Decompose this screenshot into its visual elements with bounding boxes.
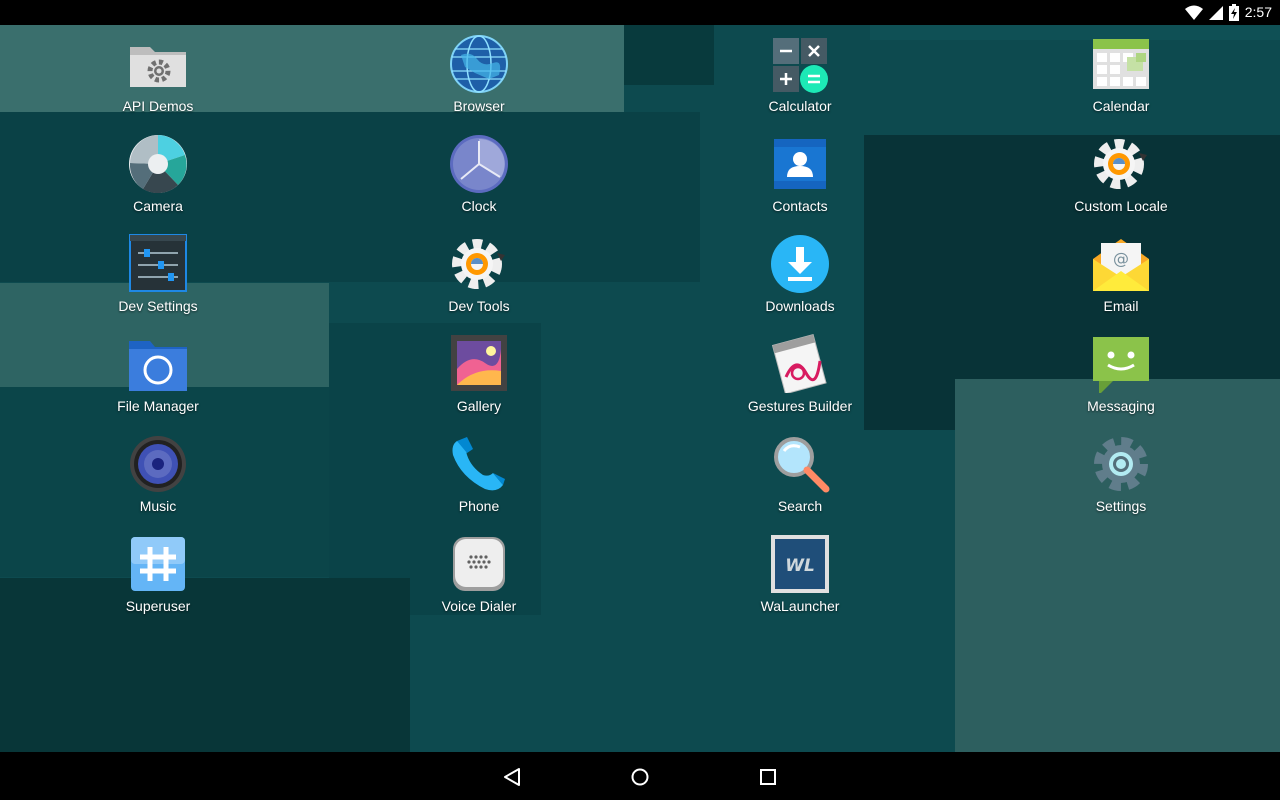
app-walauncher[interactable]: WL WaLauncher <box>700 525 900 621</box>
app-calendar[interactable]: Calendar <box>1021 25 1221 121</box>
folder-icon <box>128 333 188 393</box>
gear-orange-icon <box>1091 133 1151 193</box>
folder-gear-icon <box>128 33 188 93</box>
app-search[interactable]: Search <box>700 425 900 521</box>
app-label: Messaging <box>1087 398 1155 414</box>
phone-icon <box>449 433 509 493</box>
battery-charging-icon <box>1228 4 1239 21</box>
back-button[interactable] <box>497 762 527 792</box>
app-label: Gallery <box>456 398 502 414</box>
gallery-icon <box>449 333 509 393</box>
app-voice-dialer[interactable]: Voice Dialer <box>379 525 579 621</box>
app-label: Settings <box>1095 498 1147 514</box>
status-icons: 2:57 <box>1184 3 1272 22</box>
app-label: Camera <box>133 198 183 214</box>
app-label: Dev Tools <box>448 298 510 314</box>
app-music[interactable]: Music <box>58 425 258 521</box>
app-custom-locale[interactable]: Custom Locale <box>1021 125 1221 221</box>
app-calculator[interactable]: Calculator <box>700 25 900 121</box>
gesture-icon <box>770 333 830 395</box>
app-camera[interactable]: Camera <box>58 125 258 221</box>
app-label: API Demos <box>122 98 194 114</box>
magnifier-icon <box>770 433 830 493</box>
status-time: 2:57 <box>1244 4 1272 20</box>
app-label: Custom Locale <box>1074 198 1168 214</box>
app-gallery[interactable]: Gallery <box>379 325 579 421</box>
app-drawer-grid: API Demos Browser Calculator Calendar Ca… <box>0 25 1280 625</box>
contacts-icon <box>770 133 830 193</box>
speaker-icon <box>128 433 188 493</box>
navigation-bar <box>0 752 1280 800</box>
app-label: Clock <box>461 198 497 214</box>
app-api-demos[interactable]: API Demos <box>58 25 258 121</box>
globe-icon <box>449 33 509 93</box>
app-settings[interactable]: Settings <box>1021 425 1221 521</box>
app-dev-settings[interactable]: Dev Settings <box>58 225 258 321</box>
app-label: Calculator <box>768 98 832 114</box>
wifi-icon <box>1184 5 1203 20</box>
gear-orange-icon <box>449 233 509 293</box>
hash-icon <box>128 533 188 593</box>
app-contacts[interactable]: Contacts <box>700 125 900 221</box>
app-superuser[interactable]: Superuser <box>58 525 258 621</box>
app-label: Calendar <box>1092 98 1150 114</box>
clock-icon <box>449 133 509 193</box>
app-label: Superuser <box>125 598 191 614</box>
app-gestures-builder[interactable]: Gestures Builder <box>700 325 900 421</box>
voice-dialer-icon <box>449 533 509 593</box>
app-label: Dev Settings <box>118 298 198 314</box>
gear-icon <box>1091 433 1151 493</box>
app-label: Browser <box>453 98 505 114</box>
walauncher-icon: WL <box>770 533 830 593</box>
app-label: WaLauncher <box>760 598 840 614</box>
calendar-icon <box>1091 33 1151 93</box>
status-bar: 2:57 <box>0 0 1280 25</box>
calculator-icon <box>770 33 830 93</box>
app-label: Email <box>1103 298 1139 314</box>
app-email[interactable]: @ Email <box>1021 225 1221 321</box>
signal-icon <box>1208 5 1223 20</box>
sliders-icon <box>128 233 188 293</box>
recents-button[interactable] <box>753 762 783 792</box>
home-button[interactable] <box>625 762 655 792</box>
app-phone[interactable]: Phone <box>379 425 579 521</box>
home-circle-icon <box>631 768 649 786</box>
app-file-manager[interactable]: File Manager <box>58 325 258 421</box>
app-downloads[interactable]: Downloads <box>700 225 900 321</box>
app-label: Gestures Builder <box>747 398 853 414</box>
back-triangle-icon <box>504 768 520 786</box>
app-dev-tools[interactable]: Dev Tools <box>379 225 579 321</box>
app-label: Phone <box>458 498 500 514</box>
app-label: File Manager <box>117 398 199 414</box>
svg-text:WL: WL <box>785 556 815 576</box>
app-browser[interactable]: Browser <box>379 25 579 121</box>
camera-aperture-icon <box>128 133 188 194</box>
email-envelope-icon: @ <box>1091 233 1151 293</box>
app-label: Music <box>139 498 177 514</box>
app-label: Search <box>777 498 823 514</box>
app-label: Downloads <box>765 298 835 314</box>
app-clock[interactable]: Clock <box>379 125 579 221</box>
app-label: Contacts <box>772 198 828 214</box>
recents-square-icon <box>760 769 776 785</box>
download-icon <box>770 233 830 293</box>
app-label: Voice Dialer <box>441 598 517 614</box>
svg-text:@: @ <box>1113 249 1129 268</box>
message-bubble-icon <box>1091 333 1151 395</box>
app-messaging[interactable]: Messaging <box>1021 325 1221 421</box>
